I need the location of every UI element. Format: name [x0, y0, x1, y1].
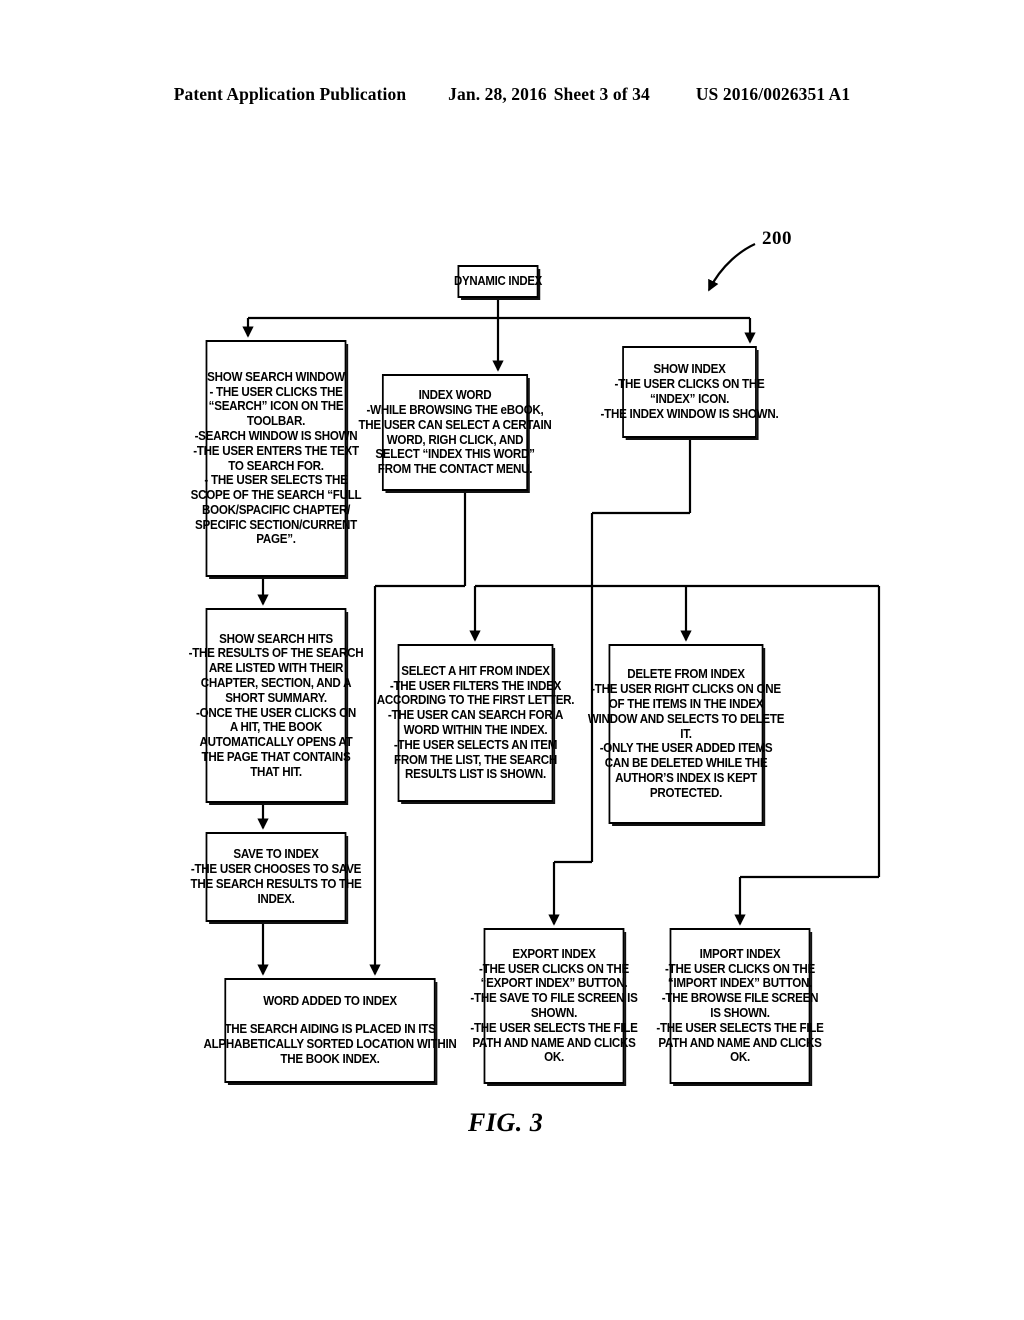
node-text-line: -THE USER CLICKS ON THE — [614, 376, 765, 392]
node-select-a-hit-from-index[interactable]: SELECT A HIT FROM INDEX -THE USER FILTERS… — [377, 644, 575, 802]
node-text-line: THE PAGE THAT CONTAINS — [201, 748, 351, 764]
node-text-line: RESULTS LIST IS SHOWN. — [405, 766, 546, 782]
node-text-line: -THE RESULTS OF THE SEARCH — [188, 645, 364, 661]
node-text-line: SCOPE OF THE SEARCH “FULL — [190, 487, 362, 503]
node-text-line: -THE USER SELECTS THE FILE — [656, 1019, 824, 1035]
node-text-line: WORD WITHIN THE INDEX. — [403, 722, 548, 737]
node-delete-from-index[interactable]: DELETE FROM INDEX -THE USER RIGHT CLICKS … — [588, 644, 784, 824]
node-text-line: -THE USER FILTERS THE INDEX — [389, 677, 562, 693]
node-text-line: -THE USER CHOOSES TO SAVE — [190, 861, 362, 877]
node-text-line: OF THE ITEMS IN THE INDEX — [608, 696, 764, 712]
node-import-index[interactable]: IMPORT INDEX -THE USER CLICKS ON THE “IMPO… — [656, 928, 824, 1084]
node-text-line: SELECT A HIT FROM INDEX — [401, 662, 550, 678]
word-added-title: WORD ADDED TO INDEX — [263, 993, 397, 1009]
node-text-line: THAT HIT. — [250, 763, 302, 779]
reference-numeral-200: 200 — [762, 228, 792, 249]
node-text-line: ACCORDING TO THE FIRST LETTER. — [376, 692, 575, 708]
node-text-line: A HIT, THE BOOK — [229, 719, 323, 735]
node-word-added-to-index[interactable]: WORD ADDED TO INDEX THE SEARCH AIDING IS… — [203, 978, 457, 1083]
node-show-search-hits[interactable]: SHOW SEARCH HITS -THE RESULTS OF THE SEAR… — [189, 608, 364, 803]
node-text-line: DELETE FROM INDEX — [627, 666, 745, 682]
node-text-line: DYNAMIC INDEX — [453, 273, 543, 289]
node-text-line: ALPHABETICALLY SORTED LOCATION WITHIN — [203, 1036, 457, 1051]
node-text-line: SHOW SEARCH HITS — [219, 630, 333, 646]
node-text-line: -THE USER RIGHT CLICKS ON ONE — [591, 681, 781, 697]
node-text-line: INDEX. — [257, 890, 295, 906]
node-text-line: -THE USER CLICKS ON THE — [479, 960, 629, 976]
node-export-index[interactable]: EXPORT INDEX -THE USER CLICKS ON THE “EXPO… — [470, 928, 638, 1084]
node-text-line: -THE BROWSE FILE SCREEN — [661, 990, 819, 1006]
node-text-line: OK. — [730, 1049, 750, 1065]
node-text-line: -ONLY THE USER ADDED ITEMS — [599, 740, 773, 756]
node-text-line: “EXPORT INDEX” BUTTON. — [480, 975, 628, 991]
node-text-line: -THE USER CLICKS ON THE — [665, 960, 815, 976]
reference-leader — [708, 243, 756, 292]
word-added-body: THE SEARCH AIDING IS PLACED IN ITS ALPHAB… — [203, 1021, 457, 1066]
node-text-line: CAN BE DELETED WHILE THE — [604, 755, 768, 771]
node-text-line: TO SEARCH FOR. — [228, 457, 324, 473]
node-text-line: -ONCE THE USER CLICKS ON — [195, 704, 357, 720]
node-text-line: “SEARCH” ICON ON THE — [208, 398, 344, 414]
node-text-line: PROTECTED. — [649, 784, 723, 800]
node-text-line: WINDOW AND SELECTS TO DELETE — [587, 710, 785, 726]
node-show-search-window[interactable]: SHOW SEARCH WINDOW - THE USER CLICKS THE “… — [191, 340, 362, 577]
node-text-line: “INDEX” ICON. — [649, 391, 730, 406]
node-text-line: EXPORT INDEX — [512, 945, 596, 961]
node-text-line: WORD, RIGH CLICK, AND — [386, 431, 524, 447]
node-text-line: - THE USER SELECTS THE — [204, 472, 348, 488]
flowchart-figure: 200 DYNAMIC INDEX SHOW SEARCH WINDOW - TH… — [0, 0, 1024, 1320]
node-text-line: “IMPORT INDEX” BUTTON. — [667, 975, 813, 991]
node-text-line: PATH AND NAME AND CLICKS — [658, 1034, 822, 1050]
node-text-line: -THE USER SELECTS AN ITEM — [393, 736, 558, 752]
node-text-line: IS SHOWN. — [710, 1005, 770, 1020]
node-text-line: THE USER CAN SELECT A CERTAIN — [358, 416, 552, 432]
node-text-line: CHAPTER, SECTION, AND A — [200, 674, 352, 690]
node-text-line: -WHILE BROWSING THE eBOOK, — [366, 401, 544, 417]
node-text-line: IMPORT INDEX — [699, 945, 781, 961]
node-text-line: SAVE TO INDEX — [233, 846, 319, 862]
node-text-line: IT. — [680, 725, 692, 741]
node-text-line: -THE USER CAN SEARCH FOR A — [387, 707, 564, 723]
node-text-line: THE SEARCH AIDING IS PLACED IN ITS — [224, 1021, 436, 1037]
node-text-line: -THE USER SELECTS THE FILE — [470, 1019, 638, 1035]
node-index-word[interactable]: INDEX WORD -WHILE BROWSING THE eBOOK, THE … — [358, 374, 552, 491]
node-text-line: -THE USER ENTERS THE TEXT — [193, 442, 359, 458]
node-text-line: ARE LISTED WITH THEIR — [208, 660, 344, 676]
node-text-line: -SEARCH WINDOW IS SHOWN — [194, 427, 358, 443]
figure-caption: FIG. 3 — [468, 1108, 544, 1137]
node-text-line: INDEX WORD — [418, 387, 492, 403]
node-text-line: SHOWN. — [530, 1005, 578, 1020]
node-text-line: OK. — [544, 1049, 564, 1065]
node-text-line: SHOW INDEX — [653, 361, 726, 377]
node-text-line: FROM THE LIST, THE SEARCH — [394, 751, 557, 767]
node-text-line: PAGE”. — [256, 531, 296, 547]
node-text-line: PATH AND NAME AND CLICKS — [472, 1034, 636, 1050]
node-save-to-index[interactable]: SAVE TO INDEX -THE USER CHOOSES TO SAVE TH… — [191, 832, 362, 922]
node-text-line: SELECT “INDEX THIS WORD” — [375, 446, 535, 462]
node-text-line: TOOLBAR. — [246, 413, 306, 429]
node-text-line: -THE SAVE TO FILE SCREEN IS — [470, 990, 638, 1006]
node-text-line: FROM THE CONTACT MENU. — [377, 461, 533, 477]
node-text-line: THE BOOK INDEX. — [280, 1050, 380, 1066]
node-text-line: SPECIFIC SECTION/CURRENT — [195, 516, 357, 532]
node-text-line: SHORT SUMMARY. — [225, 689, 327, 705]
node-text-line: SHOW SEARCH WINDOW — [207, 368, 345, 384]
node-text-line: - THE USER CLICKS THE — [209, 383, 343, 399]
node-dynamic-index[interactable]: DYNAMIC INDEX — [454, 265, 542, 298]
node-text-line: BOOK/SPACIFIC CHAPTER/ — [201, 501, 351, 517]
node-text-line: THE SEARCH RESULTS TO THE — [190, 876, 362, 891]
node-text-line: -THE INDEX WINDOW IS SHOWN. — [600, 405, 779, 421]
node-text-line: AUTHOR’S INDEX IS KEPT — [615, 769, 757, 785]
node-show-index[interactable]: SHOW INDEX -THE USER CLICKS ON THE “INDEX”… — [601, 346, 779, 438]
node-text-line: AUTOMATICALLY OPENS AT — [199, 734, 353, 750]
